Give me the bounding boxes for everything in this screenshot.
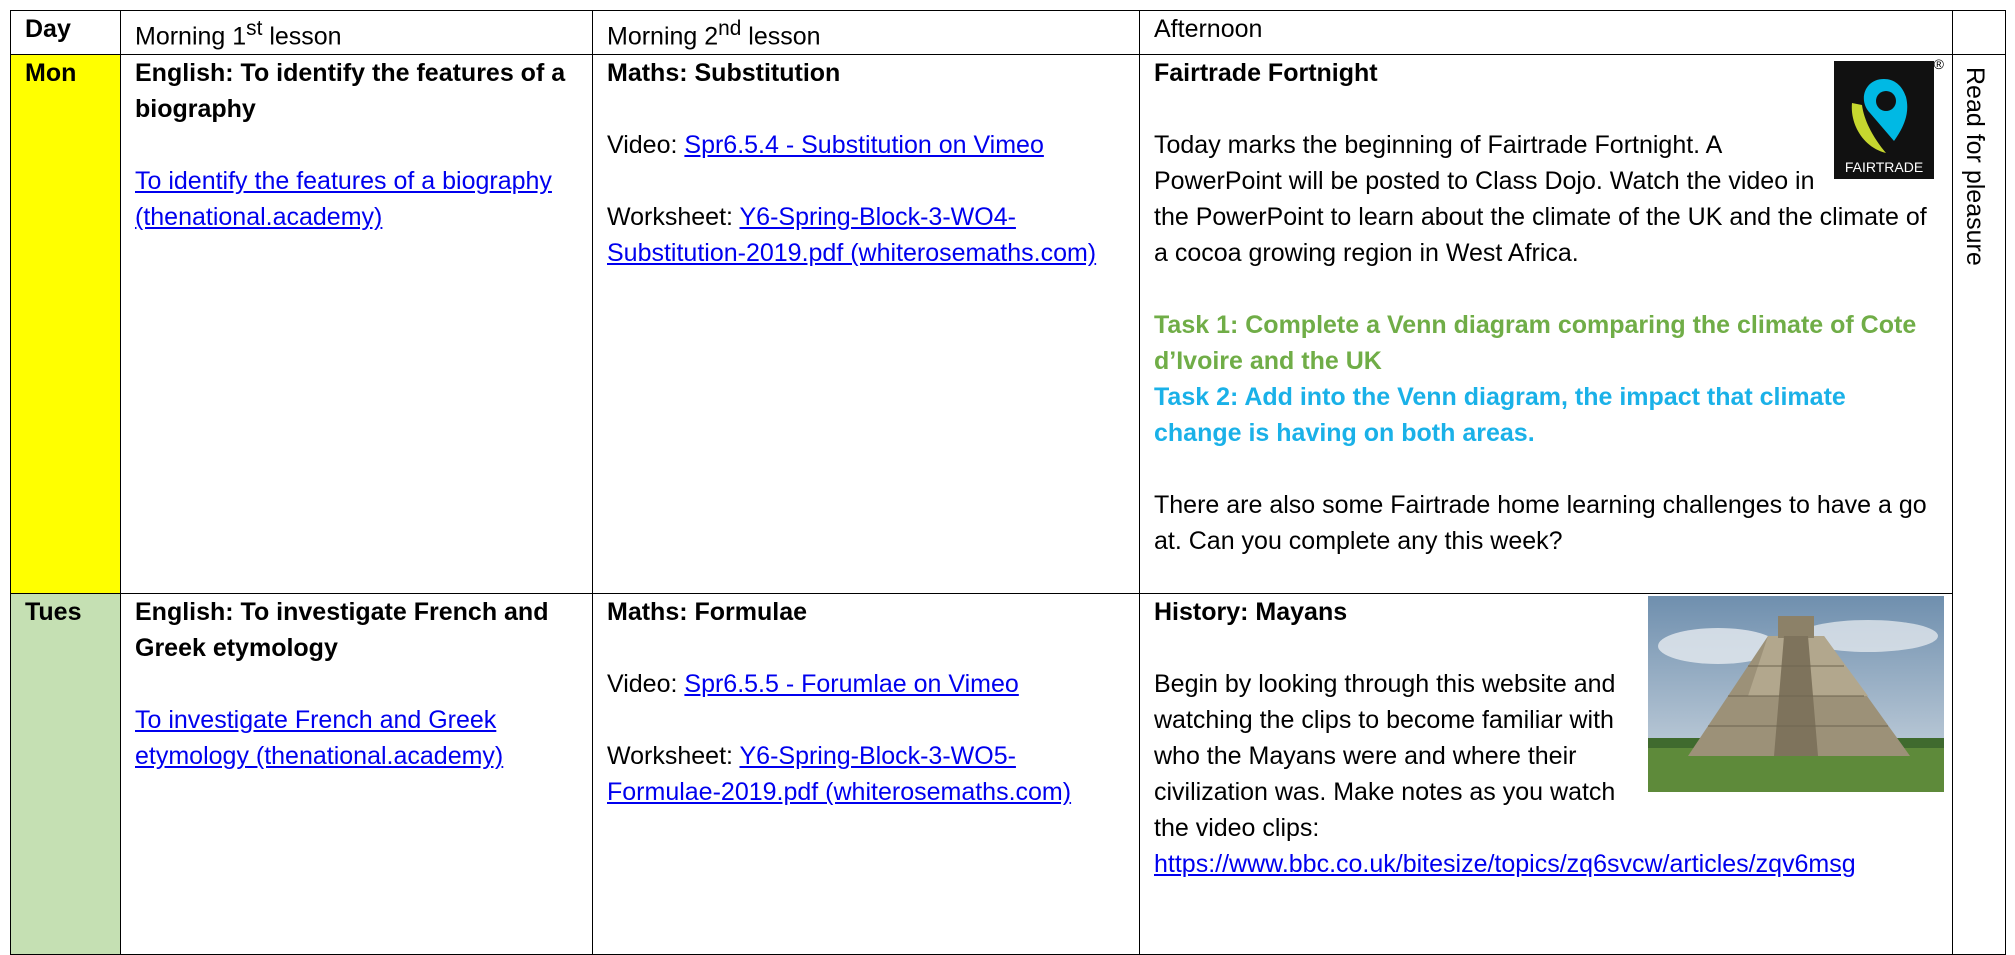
tue-morning-2: Maths: Formulae Video: Spr6.5.5 - Foruml… [592,593,1140,955]
mon-aft-challenges: There are also some Fairtrade home learn… [1154,491,1927,556]
tue-m1-title: English: To investigate French and Greek… [135,598,549,663]
header-side [1952,9,2006,56]
tue-afternoon: History: Mayans Begin by looking through… [1139,593,1953,955]
tue-bbc-link[interactable]: https://www.bbc.co.uk/bitesize/topics/zq… [1154,850,1856,878]
header-afternoon: Afternoon [1139,9,1953,56]
side-label: Read for pleasure [1961,67,1989,267]
header-morning-2-suffix: lesson [741,22,821,51]
tue-video-link[interactable]: Spr6.5.5 - Forumlae on Vimeo [684,670,1018,698]
header-morning-1-suffix: lesson [262,22,342,51]
mon-aft-intro: Today marks the beginning of Fairtrade F… [1154,131,1927,268]
tue-m2-worksheet: Worksheet: Y6-Spring-Block-3-WO5-Formula… [607,738,1125,810]
tue-morning-1: English: To investigate French and Greek… [120,593,593,955]
mon-m1-link[interactable]: To identify the features of a biography … [135,167,552,231]
row-tuesday: Tues English: To investigate French and … [10,593,2006,955]
header-day: Day [10,9,121,56]
header-row: Day Morning 1st lesson Morning 2nd lesso… [10,9,2006,56]
header-morning-1-text: Morning 1 [135,22,247,51]
row-monday: Mon English: To identify the features of… [10,54,2006,955]
day-cell-mon: Mon [10,54,121,595]
mon-m2-worksheet: Worksheet: Y6-Spring-Block-3-WO4-Substit… [607,199,1125,271]
side-column: Read for pleasure [1952,54,2006,955]
fairtrade-registered-mark: ® [1933,56,1944,73]
mon-morning-2: Maths: Substitution Video: Spr6.5.4 - Su… [592,54,1140,595]
mon-video-label: Video: [607,131,685,160]
header-morning-2-sup: nd [718,17,742,40]
mon-aft-title: Fairtrade Fortnight [1154,59,1378,88]
mon-afternoon: ® FAIRTRADE Fairtrade Fortnight Today ma… [1139,54,1953,595]
mon-m1-title: English: To identify the features of a b… [135,59,566,124]
tue-m2-title: Maths: Formulae [607,598,808,627]
header-morning-1-sup: st [246,17,263,40]
tue-m1-link[interactable]: To investigate French and Greek etymolog… [135,706,503,770]
mon-video-link[interactable]: Spr6.5.4 - Substitution on Vimeo [684,131,1043,159]
timetable: Day Morning 1st lesson Morning 2nd lesso… [10,9,2006,955]
pyramid-photo-icon [1648,596,1944,793]
mayan-pyramid-image [1648,596,1944,793]
mon-m2-title: Maths: Substitution [607,59,841,88]
mon-morning-1: English: To identify the features of a b… [120,54,593,595]
mon-m2-video: Video: Spr6.5.4 - Substitution on Vimeo [607,127,1125,163]
header-morning-2: Morning 2nd lesson [592,9,1140,56]
fairtrade-logo-text: FAIRTRADE [1844,159,1924,176]
tue-worksheet-label: Worksheet: [607,742,740,771]
mon-worksheet-label: Worksheet: [607,203,740,232]
header-morning-2-text: Morning 2 [607,22,719,51]
header-morning-1: Morning 1st lesson [120,9,593,56]
mon-task-1: Task 1: Complete a Venn diagram comparin… [1154,311,1917,376]
mon-task-2: Task 2: Add into the Venn diagram, the i… [1154,383,1846,448]
tue-m2-video: Video: Spr6.5.5 - Forumlae on Vimeo [607,666,1125,702]
fairtrade-logo: ® FAIRTRADE [1834,56,1944,185]
day-cell-tue: Tues [10,593,121,955]
tue-video-label: Video: [607,670,685,699]
